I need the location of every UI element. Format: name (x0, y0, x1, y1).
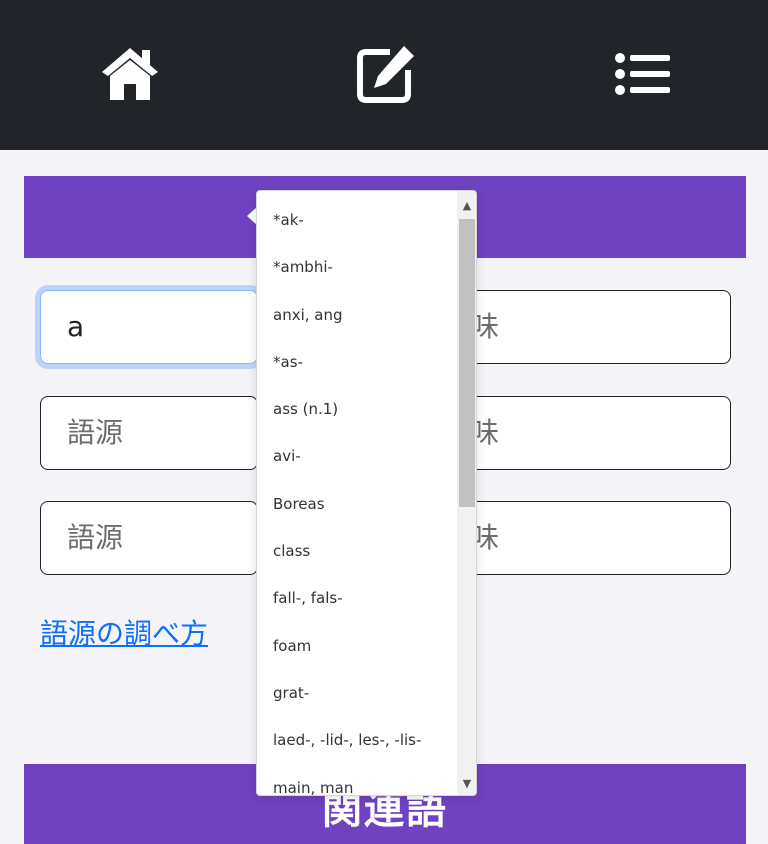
dropdown-item[interactable]: laed-, -lid-, les-, -lis- (257, 717, 457, 764)
etymology-help-link[interactable]: 語源の調べ方 (40, 612, 208, 652)
autocomplete-dropdown: *ak- *ambhi- anxi, ang *as- ass (n.1) av… (256, 190, 477, 796)
scroll-down-icon[interactable]: ▼ (457, 775, 476, 793)
dropdown-item[interactable]: *as- (257, 339, 457, 386)
scroll-up-icon[interactable]: ▲ (457, 197, 476, 215)
edit-icon[interactable] (354, 42, 418, 106)
dropdown-item[interactable]: fall-, fals- (257, 575, 457, 622)
dropdown-scrollbar[interactable]: ▲ ▼ (457, 191, 476, 795)
etymology-input-2[interactable]: 語源 (40, 396, 258, 470)
meaning-input-1[interactable]: 味 (440, 290, 731, 364)
dropdown-item[interactable]: anxi, ang (257, 292, 457, 339)
dropdown-list: *ak- *ambhi- anxi, ang *as- ass (n.1) av… (257, 197, 457, 795)
dropdown-item[interactable]: main, man (257, 765, 457, 795)
dropdown-item[interactable]: grat- (257, 670, 457, 717)
dropdown-item[interactable]: class (257, 528, 457, 575)
dropdown-item[interactable]: ass (n.1) (257, 386, 457, 433)
list-icon[interactable] (610, 42, 674, 106)
dropdown-item[interactable]: Boreas (257, 481, 457, 528)
etymology-input-1[interactable]: a (40, 290, 258, 364)
meaning-input-3[interactable]: 味 (440, 501, 731, 575)
top-navbar (0, 0, 768, 150)
dropdown-item[interactable]: foam (257, 623, 457, 670)
home-icon[interactable] (98, 42, 162, 106)
scrollbar-thumb[interactable] (459, 219, 475, 507)
dropdown-item[interactable]: *ambhi- (257, 244, 457, 291)
dropdown-item[interactable]: *ak- (257, 197, 457, 244)
meaning-input-2[interactable]: 味 (440, 396, 731, 470)
dropdown-item[interactable]: avi- (257, 433, 457, 480)
etymology-input-3[interactable]: 語源 (40, 501, 258, 575)
